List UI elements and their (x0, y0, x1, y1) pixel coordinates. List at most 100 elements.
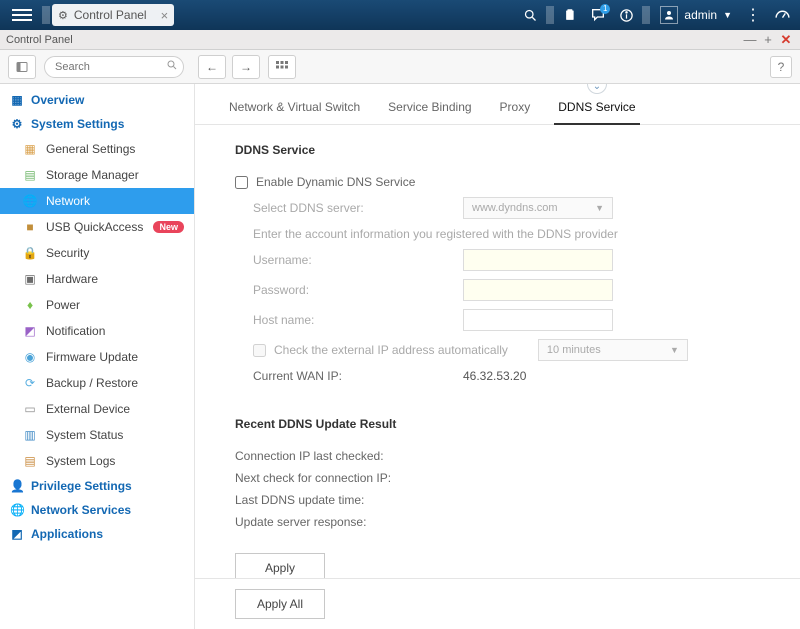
search-icon (166, 59, 178, 74)
sidebar-item-firmware-update[interactable]: ◉ Firmware Update (0, 344, 194, 370)
sidebar-item-label: Backup / Restore (46, 376, 138, 390)
search-input[interactable] (44, 56, 184, 78)
sidebar-item-label: General Settings (46, 142, 135, 156)
sidebar-item-security[interactable]: 🔒 Security (0, 240, 194, 266)
apply-all-button[interactable]: Apply All (235, 589, 325, 619)
bulb-icon: ♦ (22, 297, 38, 313)
drive-icon: ▤ (22, 167, 38, 183)
password-input[interactable] (463, 279, 613, 301)
sidebar-item-network[interactable]: 🌐 Network (0, 188, 194, 214)
lock-icon: 🔒 (22, 245, 38, 261)
row-password: Password: (235, 275, 760, 305)
sidebar-item-external-device[interactable]: ▭ External Device (0, 396, 194, 422)
tabs: Network & Virtual Switch Service Binding… (195, 84, 800, 125)
tab-network-virtual-switch[interactable]: Network & Virtual Switch (225, 94, 364, 124)
avatar-icon (660, 6, 678, 24)
sidebar-item-label: Firmware Update (46, 350, 138, 364)
sidebar-item-backup-restore[interactable]: ⟳ Backup / Restore (0, 370, 194, 396)
info-icon[interactable] (612, 0, 640, 30)
window-tab-control-panel[interactable]: ⚙ Control Panel × (52, 4, 174, 26)
new-badge: New (153, 221, 184, 233)
sidebar-item-label: Notification (46, 324, 105, 338)
sidebar-item-label: System Logs (46, 454, 115, 468)
menu-icon[interactable] (12, 5, 32, 25)
sidebar-cat-label: Applications (31, 527, 103, 541)
account-info-text: Enter the account information you regist… (253, 227, 618, 241)
row-recent: Update server response: (235, 511, 760, 533)
sidebar-item-general-settings[interactable]: ▦ General Settings (0, 136, 194, 162)
check-ip-checkbox[interactable] (253, 344, 266, 357)
username-input[interactable] (463, 249, 613, 271)
sidebar-item-usb-quickaccess[interactable]: ■ USB QuickAccess New (0, 214, 194, 240)
more-icon[interactable]: ⋮ (740, 0, 768, 30)
chevron-down-icon: ▼ (670, 345, 679, 355)
os-topbar: ⚙ Control Panel × 1 admin ▼ ⋮ (0, 0, 800, 30)
check-ip-interval-value: 10 minutes (547, 344, 601, 356)
chevron-down-icon: ▼ (723, 10, 732, 20)
user-name: admin (684, 8, 717, 22)
search-field[interactable] (44, 56, 184, 78)
chip-icon: ▣ (22, 271, 38, 287)
window-chrome: Control Panel — + ✕ (0, 30, 800, 50)
check-ip-label: Check the external IP address automatica… (274, 343, 508, 357)
close-tab-icon[interactable]: × (161, 8, 169, 23)
chat-icon[interactable]: 1 (584, 0, 612, 30)
current-wan-value: 46.32.53.20 (463, 369, 526, 383)
content-panel: Network & Virtual Switch Service Binding… (195, 84, 800, 629)
backup-icon: ⟳ (22, 375, 38, 391)
sidebar-cat-system-settings[interactable]: ⚙ System Settings (0, 112, 194, 136)
sidebar-item-notification[interactable]: ◩ Notification (0, 318, 194, 344)
hostname-label: Host name: (253, 313, 463, 327)
grid-view-button[interactable] (268, 55, 296, 79)
enable-ddns-checkbox[interactable] (235, 176, 248, 189)
sidebar-toggle-button[interactable] (8, 55, 36, 79)
sidebar-item-label: Power (46, 298, 80, 312)
dashboard-icon[interactable] (768, 0, 796, 30)
username-label: Username: (253, 253, 463, 267)
section-title: DDNS Service (235, 143, 760, 157)
row-recent: Next check for connection IP: (235, 467, 760, 489)
sidebar-cat-label: Network Services (31, 503, 131, 517)
help-button[interactable]: ? (770, 56, 792, 78)
sidebar-item-storage-manager[interactable]: ▤ Storage Manager (0, 162, 194, 188)
sidebar-cat-overview[interactable]: ▦ Overview (0, 88, 194, 112)
tab-ddns-service[interactable]: ⌄ DDNS Service (554, 94, 639, 124)
notification-badge: 1 (600, 4, 610, 14)
hostname-input[interactable] (463, 309, 613, 331)
check-ip-interval-dropdown[interactable]: 10 minutes ▼ (538, 339, 688, 361)
back-button[interactable]: ← (198, 55, 226, 79)
sidebar-cat-privilege[interactable]: 👤 Privilege Settings (0, 474, 194, 498)
clipboard-icon[interactable] (556, 0, 584, 30)
section-ddns: DDNS Service Enable Dynamic DNS Service … (195, 125, 800, 393)
forward-button[interactable]: → (232, 55, 260, 79)
footer-bar: Apply All (195, 578, 800, 629)
net-icon: 🌐 (10, 503, 24, 517)
bell-icon: ◩ (22, 323, 38, 339)
sidebar-item-system-status[interactable]: ▥ System Status (0, 422, 194, 448)
search-icon[interactable] (516, 0, 544, 30)
close-button[interactable]: ✕ (778, 32, 794, 48)
section-recent-updates: Recent DDNS Update Result Connection IP … (195, 393, 800, 539)
maximize-button[interactable]: + (760, 32, 776, 48)
row-select-server: Select DDNS server: www.dyndns.com ▼ (235, 193, 760, 223)
sidebar-item-system-logs[interactable]: ▤ System Logs (0, 448, 194, 474)
tab-proxy[interactable]: Proxy (496, 94, 535, 124)
sidebar-cat-applications[interactable]: ◩ Applications (0, 522, 194, 546)
sidebar-item-power[interactable]: ♦ Power (0, 292, 194, 318)
password-label: Password: (253, 283, 463, 297)
sidebar-item-hardware[interactable]: ▣ Hardware (0, 266, 194, 292)
row-current-wan: Current WAN IP: 46.32.53.20 (235, 365, 760, 387)
user-menu[interactable]: admin ▼ (652, 6, 740, 24)
row-check-ip: Check the external IP address automatica… (235, 335, 760, 365)
external-icon: ▭ (22, 401, 38, 417)
select-server-dropdown[interactable]: www.dyndns.com ▼ (463, 197, 613, 219)
sidebar-item-label: External Device (46, 402, 130, 416)
sidebar-cat-network-services[interactable]: 🌐 Network Services (0, 498, 194, 522)
toolbar: ← → ? (0, 50, 800, 84)
minimize-button[interactable]: — (742, 32, 758, 48)
window-title: Control Panel (6, 34, 73, 46)
row-enable-ddns: Enable Dynamic DNS Service (235, 171, 760, 193)
chevron-down-icon: ▼ (595, 203, 604, 213)
usb-icon: ■ (22, 219, 38, 235)
tab-service-binding[interactable]: Service Binding (384, 94, 475, 124)
